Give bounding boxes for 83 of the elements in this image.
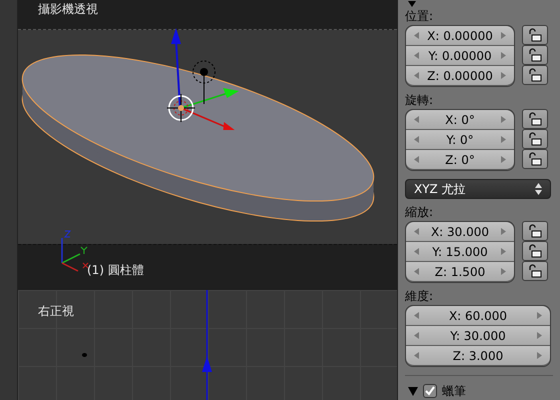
number-field[interactable]: Z: 1.500: [406, 262, 514, 282]
field-value: X: 0.00000: [427, 28, 493, 44]
number-field[interactable]: Y: 15.000: [406, 242, 514, 262]
increment-arrow-icon: [501, 248, 506, 255]
decrement-arrow-icon: [414, 116, 419, 123]
increment-arrow-icon: [501, 268, 506, 275]
decrement-arrow-icon: [414, 136, 419, 143]
checkmark-icon: [425, 386, 435, 396]
decrement-arrow-icon: [414, 52, 419, 59]
increment-arrow-icon: [500, 72, 506, 79]
padlock-icon: [528, 132, 542, 146]
decrement-arrow-icon: [414, 352, 419, 359]
increment-arrow-icon: [537, 332, 542, 339]
field-value: Y: 0.00000: [428, 48, 492, 64]
field-value: Z: 1.500: [434, 264, 486, 280]
section-label: 縮放:: [405, 204, 434, 221]
number-field[interactable]: X: 0°: [406, 110, 514, 130]
section-label: 旋轉:: [405, 92, 434, 109]
number-field[interactable]: Z: 0.00000: [406, 66, 514, 86]
increment-arrow-icon: [500, 136, 506, 143]
increment-arrow-icon: [501, 156, 506, 163]
decrement-arrow-icon: [414, 228, 419, 235]
lamp-icon: [190, 60, 218, 104]
padlock-icon: [528, 224, 542, 238]
panel-title: 蠟筆: [442, 383, 466, 400]
padlock-icon: [528, 48, 542, 62]
padlock-icon: [528, 244, 542, 258]
number-field[interactable]: Z: 0°: [406, 150, 514, 170]
decrement-arrow-icon: [414, 32, 419, 39]
section-label: 位置:: [405, 8, 434, 25]
rotation-mode-dropdown[interactable]: XYZ 尤拉: [405, 179, 551, 199]
decrement-arrow-icon: [414, 156, 419, 163]
decrement-arrow-icon: [414, 248, 419, 255]
number-field[interactable]: X: 0.00000: [406, 26, 514, 46]
disclosure-triangle-icon[interactable]: [408, 1, 416, 7]
padlock-button[interactable]: [522, 45, 548, 65]
padlock-button[interactable]: [522, 129, 548, 149]
increment-arrow-icon: [500, 32, 506, 39]
viewport-title: 攝影機透視: [38, 1, 98, 18]
padlock-button[interactable]: [522, 221, 548, 241]
decrement-arrow-icon: [414, 332, 419, 339]
number-field[interactable]: Y: 30.000: [406, 326, 550, 346]
padlock-icon: [528, 28, 542, 42]
number-field[interactable]: Y: 0.00000: [406, 46, 514, 66]
padlock-button[interactable]: [522, 65, 548, 85]
padlock-icon: [528, 152, 542, 166]
padlock-button[interactable]: [522, 241, 548, 261]
increment-arrow-icon: [536, 312, 542, 319]
field-value: Y: 0°: [446, 132, 474, 148]
object-label: (1) 圓柱體: [87, 262, 144, 279]
decrement-arrow-icon: [414, 312, 419, 319]
decrement-arrow-icon: [414, 72, 419, 79]
padlock-button[interactable]: [522, 149, 548, 169]
field-value: X: 0°: [445, 112, 475, 128]
padlock-button[interactable]: [522, 109, 548, 129]
checkbox[interactable]: [423, 384, 437, 398]
padlock-icon: [528, 68, 542, 82]
increment-arrow-icon: [501, 52, 506, 59]
padlock-icon: [528, 112, 542, 126]
decrement-arrow-icon: [414, 268, 419, 275]
number-field[interactable]: X: 60.000: [406, 306, 550, 326]
padlock-button[interactable]: [522, 261, 548, 281]
viewport-title: 右正視: [38, 304, 74, 318]
field-value: Z: 0°: [445, 152, 475, 168]
number-field[interactable]: Y: 0°: [406, 130, 514, 150]
number-field[interactable]: X: 30.000: [406, 222, 514, 242]
field-value: X: 60.000: [448, 308, 508, 324]
increment-arrow-icon: [537, 352, 542, 359]
increment-arrow-icon: [500, 228, 506, 235]
number-field[interactable]: Z: 3.000: [406, 346, 550, 366]
padlock-button[interactable]: [522, 25, 548, 45]
lamp-dot-icon: [82, 353, 87, 357]
field-value: Z: 0.00000: [427, 68, 493, 84]
disclosure-triangle-icon[interactable]: [408, 386, 418, 396]
z-axis-arrow-icon: [201, 290, 213, 400]
padlock-icon: [528, 264, 542, 278]
section-label: 維度:: [405, 288, 434, 305]
field-value: X: 30.000: [430, 224, 490, 240]
increment-arrow-icon: [501, 116, 506, 123]
field-value: Y: 15.000: [432, 244, 488, 260]
field-value: Y: 30.000: [450, 328, 506, 344]
field-value: Z: 3.000: [452, 348, 504, 364]
up-down-arrows-icon: [535, 183, 542, 195]
